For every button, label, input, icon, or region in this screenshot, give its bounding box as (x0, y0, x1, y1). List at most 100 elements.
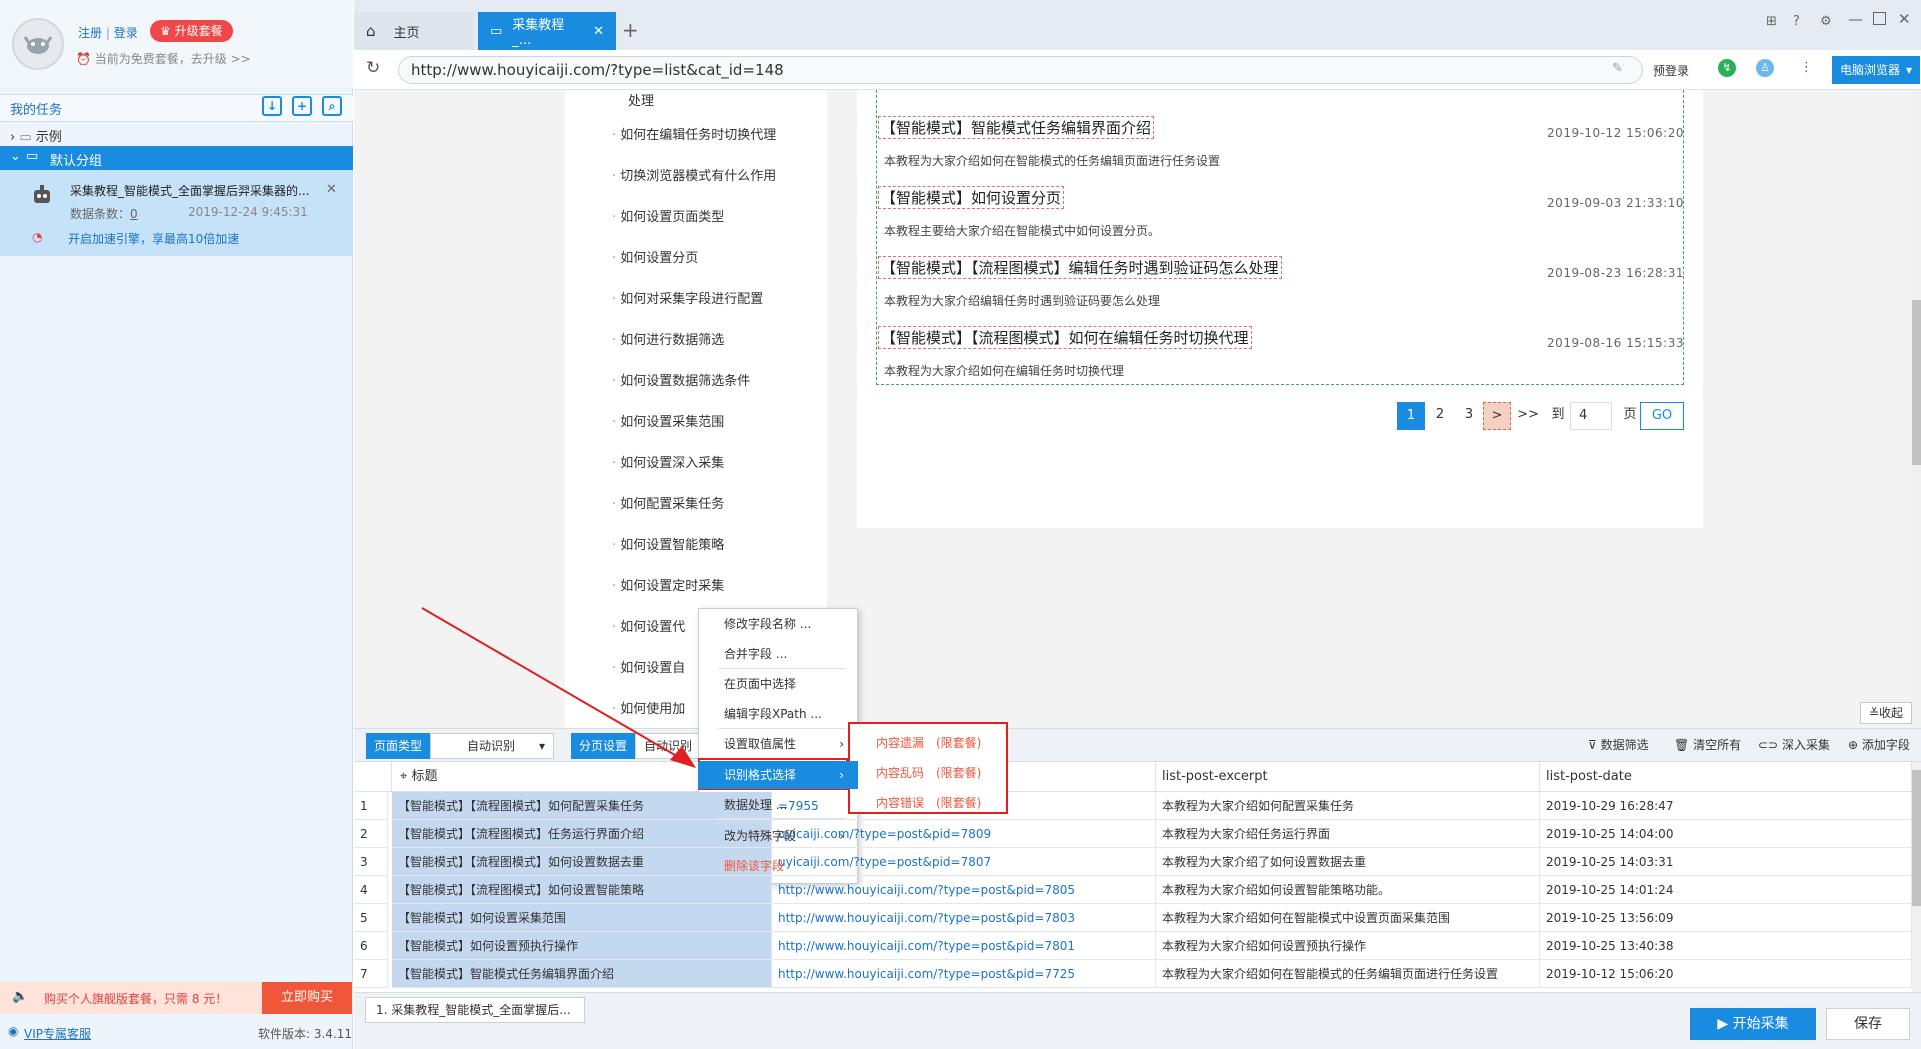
import-task-icon[interactable]: ↓ (262, 96, 282, 116)
deep-collect-button[interactable]: ⊂⊃ 深入采集 (1758, 736, 1830, 753)
cell-date[interactable]: 2019-10-12 15:06:20 (1540, 960, 1912, 988)
cell-date[interactable]: 2019-10-25 13:40:38 (1540, 932, 1912, 960)
page-input[interactable]: 4 (1570, 402, 1612, 430)
context-menu-item[interactable]: 识别格式选择 › (698, 761, 858, 789)
add-field-button[interactable]: ⊕ 添加字段 (1848, 736, 1910, 753)
more-icon[interactable]: ⋮ (1800, 60, 1813, 75)
minimize-icon[interactable]: — (1848, 10, 1863, 28)
post-item[interactable]: 【智能模式】【流程图模式】编辑任务时遇到验证码怎么处理 2019-08-23 16… (876, 248, 1684, 318)
collapse-button[interactable]: ≚收起 (1860, 702, 1912, 724)
category-item[interactable]: · 如何设置页面类型 (612, 206, 724, 225)
cell-date[interactable]: 2019-10-25 14:04:00 (1540, 820, 1912, 848)
gift-icon[interactable]: ⊞ (1766, 14, 1777, 29)
post-item[interactable]: 【智能模式】智能模式任务编辑界面介绍 2019-10-12 15:06:20 本教程… (876, 108, 1684, 178)
cell-date[interactable]: 2019-10-29 16:28:47 (1540, 792, 1912, 820)
clear-all-button[interactable]: 🗑 清空所有 (1674, 736, 1741, 753)
submenu-item[interactable]: 内容遗漏 (限套餐) (876, 734, 981, 751)
help-icon[interactable]: ? (1793, 14, 1800, 29)
category-item[interactable]: · 如何设置自 (612, 657, 685, 676)
plan-status[interactable]: ⏰ 当前为免费套餐，去升级 >> (76, 50, 251, 67)
window-close-icon[interactable]: ✕ (1898, 10, 1911, 28)
cell-excerpt[interactable]: 本教程为大家介绍任务运行界面 (1156, 820, 1540, 848)
category-item[interactable]: · 如何对采集字段进行配置 (612, 288, 763, 307)
post-item[interactable]: 【智能模式】如何设置分页 2019-09-03 21:33:10 本教程主要给大家介… (876, 178, 1684, 248)
category-item[interactable]: · 切换浏览器模式有什么作用 (612, 165, 776, 184)
tab-home[interactable]: ⌂ 主页 (354, 12, 474, 50)
url-input[interactable]: http://www.houyicaiji.com/?type=list&cat… (398, 56, 1643, 84)
cell-date[interactable]: 2019-10-25 13:56:09 (1540, 904, 1912, 932)
search-task-icon[interactable]: ⌕ (322, 96, 342, 116)
cell-excerpt[interactable]: 本教程为大家介绍如何配置采集任务 (1156, 792, 1540, 820)
cell-link[interactable]: http://www.houyicaiji.com/?type=post&pid… (772, 876, 1156, 904)
save-button[interactable]: 保存 (1826, 1008, 1910, 1040)
category-item[interactable]: · 如何设置分页 (612, 247, 698, 266)
cell-title[interactable]: 【智能模式】智能模式任务编辑界面介绍 (392, 960, 772, 988)
close-icon[interactable]: ✕ (326, 182, 337, 197)
cell-date[interactable]: 2019-10-25 14:01:24 (1540, 876, 1912, 904)
category-item[interactable]: · 如何在编辑任务时切换代理 (612, 124, 776, 143)
task-name[interactable]: 采集教程_智能模式_全面掌握后羿采集器的... (70, 182, 309, 199)
submenu-item[interactable]: 内容乱码 (限套餐) (876, 764, 981, 781)
cell-title[interactable]: 【智能模式】【流程图模式】如何设置智能策略 (392, 876, 772, 904)
post-title[interactable]: 【智能模式】如何设置分页 (878, 186, 1065, 209)
cell-excerpt[interactable]: 本教程为大家介绍如何在智能模式中设置页面采集范围 (1156, 904, 1540, 932)
page-1[interactable]: 1 (1397, 402, 1425, 430)
avatar[interactable] (12, 18, 64, 70)
last-page[interactable]: >> (1514, 402, 1542, 430)
prelogin-button[interactable]: 预登录 (1653, 62, 1689, 79)
speed-icon[interactable]: ↯ (1718, 59, 1736, 77)
context-menu-item[interactable]: 数据处理 ... (698, 791, 858, 819)
refresh-icon[interactable]: ↻ (366, 58, 380, 78)
table-scroll-thumb[interactable] (1912, 770, 1921, 906)
next-page[interactable]: > (1483, 402, 1511, 430)
category-item[interactable]: · 如何设置定时采集 (612, 575, 724, 594)
user-agent-icon[interactable]: ♙ (1756, 59, 1774, 77)
browser-mode-button[interactable]: 电脑浏览器 ▾ (1832, 56, 1920, 84)
cell-link[interactable]: http://www.houyicaiji.com/?type=post&pid… (772, 904, 1156, 932)
vip-support-link[interactable]: VIP专属客服 (24, 1025, 91, 1042)
page-2[interactable]: 2 (1426, 402, 1454, 430)
category-item[interactable]: · 如何设置数据筛选条件 (612, 370, 750, 389)
cell-excerpt[interactable]: 本教程为大家介绍如何在智能模式的任务编辑页面进行任务设置 (1156, 960, 1540, 988)
cell-link[interactable]: http://www.houyicaiji.com/?type=post&pid… (772, 960, 1156, 988)
filter-button[interactable]: ⊽ 数据筛选 (1588, 736, 1649, 753)
tab-tutorial[interactable]: ▭ 采集教程_... ✕ (478, 12, 616, 50)
category-item[interactable]: · 如何使用加 (612, 698, 685, 717)
col-date[interactable]: list-post-date (1540, 762, 1912, 792)
category-item[interactable]: · 如何设置采集范围 (612, 411, 724, 430)
folder-default-group[interactable]: ⌄ ▭ 默认分组 (0, 146, 353, 170)
col-excerpt[interactable]: list-post-excerpt (1156, 762, 1540, 792)
upgrade-button[interactable]: ♛ 升级套餐 (150, 20, 233, 42)
new-tab-icon[interactable]: + (622, 18, 639, 42)
cell-excerpt[interactable]: 本教程为大家介绍如何设置预执行操作 (1156, 932, 1540, 960)
buy-now-button[interactable]: 立即购买 (262, 982, 352, 1014)
category-item[interactable]: · 如何进行数据筛选 (612, 329, 724, 348)
cell-date[interactable]: 2019-10-25 14:03:31 (1540, 848, 1912, 876)
post-title[interactable]: 【智能模式】【流程图模式】如何在编辑任务时切换代理 (878, 326, 1252, 349)
context-menu-item[interactable]: 改为特殊字段 › (698, 822, 858, 850)
cell-excerpt[interactable]: 本教程为大家介绍如何设置智能策略功能。 (1156, 876, 1540, 904)
post-title[interactable]: 【智能模式】智能模式任务编辑界面介绍 (878, 116, 1155, 139)
cell-excerpt[interactable]: 本教程为大家介绍了如何设置数据去重 (1156, 848, 1540, 876)
category-item[interactable]: · 如何设置智能策略 (612, 534, 724, 553)
category-item[interactable]: · 如何设置代 (612, 616, 685, 635)
submenu-item[interactable]: 内容错误 (限套餐) (876, 794, 981, 811)
login-link[interactable]: 登录 (114, 26, 138, 40)
register-link[interactable]: 注册 (78, 26, 102, 40)
context-menu-item[interactable]: 设置取值属性 › (698, 730, 858, 758)
category-item[interactable]: 处理 (628, 90, 654, 109)
category-item[interactable]: · 如何配置采集任务 (612, 493, 724, 512)
context-menu-item[interactable]: 合并字段 ... (698, 640, 858, 668)
context-menu-item[interactable]: 删除该字段 (698, 852, 858, 880)
context-menu-item[interactable]: 在页面中选择 (698, 670, 858, 698)
folder-example[interactable]: › ▭ 示例 (10, 126, 62, 145)
start-collect-button[interactable]: ▶ 开始采集 (1690, 1008, 1816, 1040)
new-task-icon[interactable]: + (292, 96, 312, 116)
cell-title[interactable]: 【智能模式】如何设置预执行操作 (392, 932, 772, 960)
context-menu-item[interactable]: 编辑字段XPath ... (698, 700, 858, 728)
post-item[interactable]: 【智能模式】【流程图模式】如何在编辑任务时切换代理 2019-08-16 15:1… (876, 318, 1684, 388)
task-tab[interactable]: 1. 采集教程_智能模式_全面掌握后... (365, 997, 585, 1023)
edit-icon[interactable]: ✎ (1612, 61, 1623, 76)
settings-icon[interactable]: ⚙ (1820, 14, 1832, 29)
maximize-icon[interactable] (1873, 12, 1886, 25)
